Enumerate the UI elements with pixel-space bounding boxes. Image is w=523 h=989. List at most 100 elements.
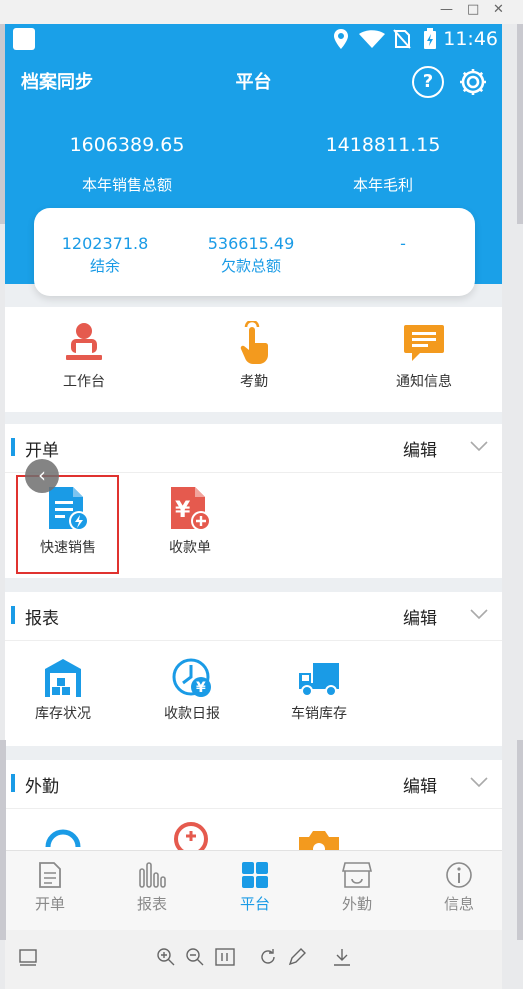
battery-charging-icon xyxy=(424,28,436,49)
section-body-reports: 库存状况 ¥ 收款日报 车销库存 xyxy=(5,641,502,746)
viewer-toolbar xyxy=(5,930,502,989)
inventory-status-label: 库存状况 xyxy=(35,706,91,722)
chevron-down-icon[interactable] xyxy=(469,772,489,792)
balance-stat[interactable]: 1202371.8 结余 xyxy=(45,234,165,276)
receipt-button[interactable]: ¥ 收款单 xyxy=(135,485,245,557)
maximize-icon[interactable]: □ xyxy=(467,2,479,17)
section-edit-button[interactable]: 编辑 xyxy=(403,604,437,629)
zoom-out-icon[interactable] xyxy=(184,946,206,968)
app-notification-icon xyxy=(13,28,35,50)
tab-platform[interactable]: 平台 xyxy=(215,861,295,914)
tab-label: 开单 xyxy=(34,895,65,913)
message-icon xyxy=(404,325,444,361)
window-titlebar: — □ ✕ xyxy=(0,0,523,24)
pencil-icon[interactable] xyxy=(286,946,308,968)
back-button[interactable]: ‹ xyxy=(25,459,59,493)
tap-hand-icon xyxy=(240,321,268,364)
store-icon xyxy=(342,862,372,888)
bar-chart-icon xyxy=(139,862,166,888)
debt-value: 536615.49 xyxy=(207,234,295,253)
attendance-label: 考勤 xyxy=(240,374,268,390)
tab-label: 外勤 xyxy=(341,895,372,913)
notifications-button[interactable]: 通知信息 xyxy=(364,321,484,391)
tab-orders[interactable]: 开单 xyxy=(10,861,90,914)
section-title: 外勤 xyxy=(25,777,59,797)
third-value: - xyxy=(400,234,406,253)
section-header-reports: 报表 编辑 xyxy=(5,592,502,641)
tab-info[interactable]: 信息 xyxy=(419,861,499,914)
chevron-down-icon[interactable] xyxy=(469,604,489,624)
daily-receipt-label: 收款日报 xyxy=(164,706,220,722)
gear-icon[interactable] xyxy=(457,66,489,98)
third-stat[interactable]: - xyxy=(343,234,463,255)
workstation-label: 工作台 xyxy=(63,374,105,390)
annual-profit-label: 本年毛利 xyxy=(352,176,413,194)
info-icon xyxy=(446,862,472,888)
bottom-tab-bar: 开单 报表 平台 外勤 信息 xyxy=(5,850,502,931)
section-edit-button[interactable]: 编辑 xyxy=(403,436,437,461)
summary-card: 1202371.8 结余 536615.49 欠款总额 - xyxy=(34,208,475,296)
minimize-icon[interactable]: — xyxy=(440,2,453,17)
annual-sales-label: 本年销售总额 xyxy=(81,176,172,194)
download-icon[interactable] xyxy=(331,946,353,968)
section-edit-button[interactable]: 编辑 xyxy=(403,772,437,797)
help-button[interactable]: ? xyxy=(412,66,444,98)
chevron-down-icon[interactable] xyxy=(469,436,489,456)
tab-reports[interactable]: 报表 xyxy=(112,861,192,914)
section-accent-bar xyxy=(11,606,15,624)
annual-sales-value: 1606389.65 xyxy=(69,134,185,156)
receipt-icon: ¥ xyxy=(171,487,211,531)
warehouse-icon xyxy=(45,659,81,697)
background-window-edge xyxy=(517,24,523,224)
notifications-label: 通知信息 xyxy=(396,374,452,390)
annual-sales-stat[interactable]: 1606389.65 本年销售总额 xyxy=(27,134,227,195)
grid-icon xyxy=(242,862,268,888)
tab-field[interactable]: 外勤 xyxy=(317,861,397,914)
background-window-edge xyxy=(517,740,523,940)
rotate-icon[interactable] xyxy=(257,946,279,968)
clock-time: 11:46 xyxy=(443,28,498,50)
camera-icon[interactable] xyxy=(297,829,341,850)
section-header-field: 外勤 编辑 xyxy=(5,760,502,809)
screen-icon[interactable] xyxy=(17,946,39,968)
inventory-status-button[interactable]: 库存状况 xyxy=(8,657,118,723)
document-icon xyxy=(39,862,61,888)
section-title: 开单 xyxy=(25,441,59,461)
annual-profit-stat[interactable]: 1418811.15 本年毛利 xyxy=(283,134,483,195)
section-accent-bar xyxy=(11,438,15,456)
daily-receipt-button[interactable]: ¥ 收款日报 xyxy=(137,657,247,723)
truck-inventory-button[interactable]: 车销库存 xyxy=(264,657,374,723)
section-header-orders: 开单 编辑 xyxy=(5,424,502,473)
no-sim-icon xyxy=(393,29,411,49)
debt-stat[interactable]: 536615.49 欠款总额 xyxy=(191,234,311,276)
actual-size-icon[interactable] xyxy=(214,946,236,968)
annual-profit-value: 1418811.15 xyxy=(325,134,441,156)
app-titlebar: 档案同步 平台 ? xyxy=(5,64,502,100)
workstation-button[interactable]: 工作台 xyxy=(24,321,144,391)
phone-screen: 11:46 档案同步 平台 ? 1606389.65 本年销售总额 141881… xyxy=(5,24,502,989)
tab-label: 平台 xyxy=(239,895,270,913)
balance-label: 结余 xyxy=(89,257,120,275)
balance-value: 1202371.8 xyxy=(61,234,149,253)
wifi-icon xyxy=(359,30,385,48)
attendance-button[interactable]: 考勤 xyxy=(194,321,314,391)
status-bar: 11:46 xyxy=(5,24,502,54)
svg-text:¥: ¥ xyxy=(175,498,191,523)
truck-inventory-label: 车销库存 xyxy=(291,706,347,722)
add-circle-icon[interactable] xyxy=(171,819,211,850)
section-body-field xyxy=(5,809,502,850)
section-title: 报表 xyxy=(25,609,59,629)
quick-access-row: 工作台 考勤 通知信息 xyxy=(5,307,502,412)
truck-icon xyxy=(299,663,339,697)
workstation-icon xyxy=(66,323,102,360)
tab-label: 报表 xyxy=(136,895,167,913)
section-accent-bar xyxy=(11,774,15,792)
location-icon xyxy=(334,29,348,49)
daily-receipt-icon: ¥ xyxy=(172,658,211,697)
zoom-in-icon[interactable] xyxy=(155,946,177,968)
close-icon[interactable]: ✕ xyxy=(493,2,504,17)
background-window-edge xyxy=(0,740,6,940)
svg-text:¥: ¥ xyxy=(196,680,206,696)
receipt-label: 收款单 xyxy=(169,540,211,556)
headset-icon[interactable] xyxy=(43,825,83,850)
